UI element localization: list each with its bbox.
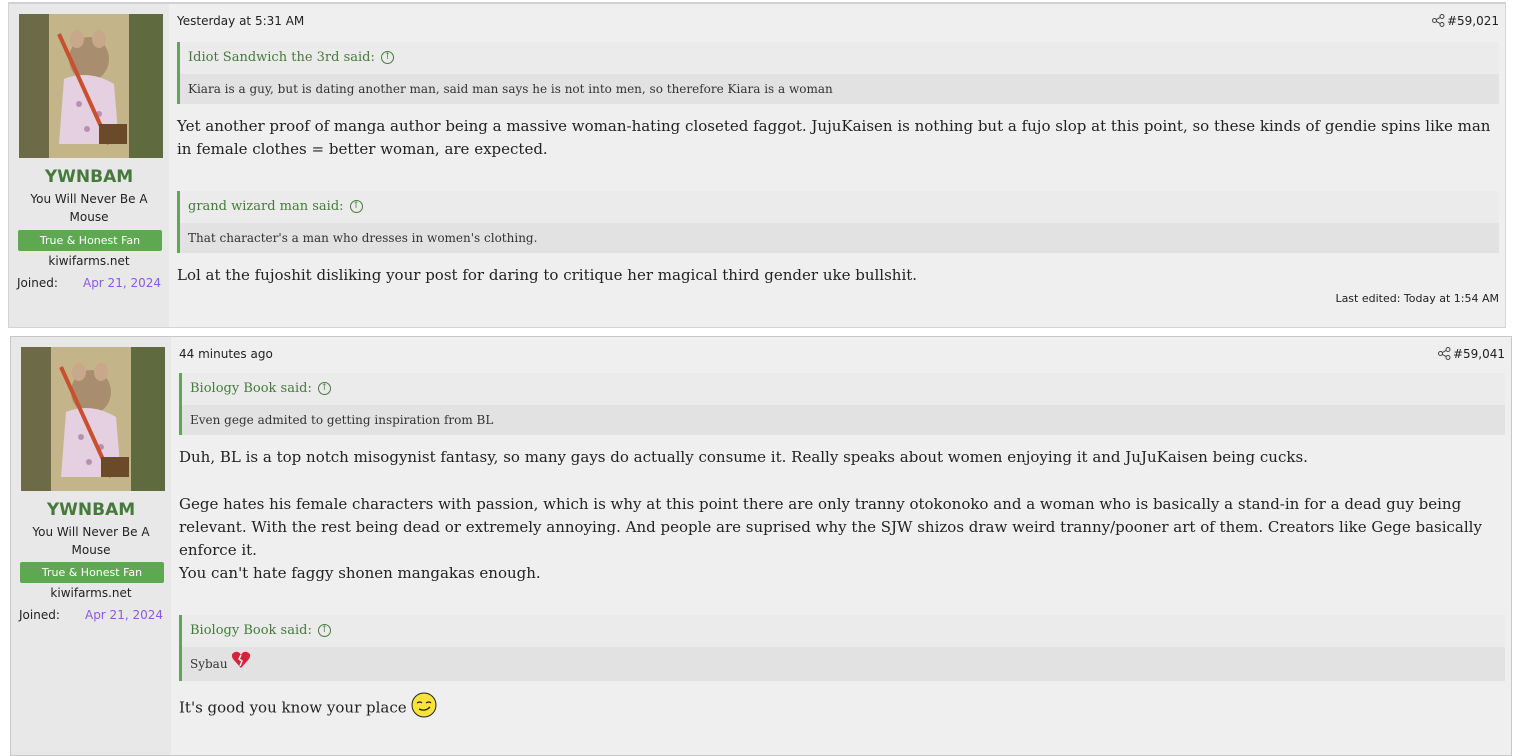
quote-author[interactable]: grand wizard man said: [188,199,344,214]
last-edited: Last edited: Today at 1:54 AM [1335,292,1499,305]
joined-date: Apr 21, 2024 [82,276,161,290]
post-paragraph: It's good you know your place [179,692,1501,725]
quote-text: That character's a man who dresses in wo… [180,223,1499,253]
post-date[interactable]: 44 minutes ago [179,347,273,361]
share-icon[interactable] [1438,347,1451,364]
quote-author[interactable]: Biology Book said: [190,623,312,638]
post-59041: YWNBAM You Will Never Be A Mouse True & … [10,336,1512,756]
post-main: Yesterday at 5:31 AM #59,021 Idiot Sandw… [169,4,1505,327]
quote-block: Biology Book said: ↑ Sybau [179,615,1505,681]
user-site: kiwifarms.net [50,586,132,600]
share-icon[interactable] [1432,14,1445,31]
post-59021: YWNBAM You Will Never Be A Mouse True & … [8,2,1506,328]
quote-block: grand wizard man said: ↑ That character's… [177,191,1499,253]
username[interactable]: YWNBAM [11,500,171,520]
arrow-up-circle-icon[interactable]: ↑ [380,51,394,64]
post-paragraph: Gege hates his female characters with pa… [179,495,1482,559]
post-number[interactable]: #59,021 [1447,14,1499,28]
quote-header[interactable]: Biology Book said: ↑ [182,615,1505,647]
user-sidebar: YWNBAM You Will Never Be A Mouse True & … [9,4,169,327]
joined-date: Apr 21, 2024 [84,608,163,622]
post-main: 44 minutes ago #59,041 Biology Book said… [171,337,1511,755]
arrow-up-circle-icon[interactable]: ↑ [317,624,331,637]
quote-text: Kiara is a guy, but is dating another ma… [180,74,1499,104]
user-avatar[interactable] [19,14,163,158]
quote-text: Even gege admited to getting inspiration… [182,405,1505,435]
joined-label: Joined: [17,276,58,290]
user-title: You Will Never Be A Mouse [30,192,148,224]
username[interactable]: YWNBAM [9,167,169,187]
quote-author[interactable]: Idiot Sandwich the 3rd said: [188,50,375,65]
quote-block: Biology Book said: ↑ Even gege admited to… [179,373,1505,435]
user-site: kiwifarms.net [48,254,130,268]
post-paragraph: Duh, BL is a top notch misogynist fantas… [179,448,1308,466]
quote-block: Idiot Sandwich the 3rd said: ↑ Kiara is a… [177,42,1499,104]
post-date[interactable]: Yesterday at 5:31 AM [177,14,304,28]
post-paragraph: You can't hate faggy shonen mangakas eno… [179,564,541,582]
arrow-up-circle-icon[interactable]: ↑ [317,382,331,395]
arrow-up-circle-icon[interactable]: ↑ [349,200,363,213]
quote-text: Sybau [182,647,1505,681]
post-paragraph-text: It's good you know your place [179,698,407,717]
quote-text-content: Sybau [190,657,228,671]
user-sidebar: YWNBAM You Will Never Be A Mouse True & … [11,337,171,755]
post-paragraph: Yet another proof of manga author being … [177,117,1491,158]
user-banner: True & Honest Fan [18,230,162,251]
user-banner: True & Honest Fan [20,562,164,583]
joined-label: Joined: [19,608,60,622]
broken-heart-emoji [231,648,251,682]
quote-header[interactable]: Biology Book said: ↑ [182,373,1505,405]
user-title: You Will Never Be A Mouse [32,525,150,557]
post-number[interactable]: #59,041 [1453,347,1505,361]
post-paragraph: Lol at the fujoshit disliking your post … [177,266,918,284]
smug-smiley-emoji [411,692,437,725]
quote-header[interactable]: Idiot Sandwich the 3rd said: ↑ [180,42,1499,74]
quote-author[interactable]: Biology Book said: [190,381,312,396]
user-avatar[interactable] [21,347,165,491]
quote-header[interactable]: grand wizard man said: ↑ [180,191,1499,223]
